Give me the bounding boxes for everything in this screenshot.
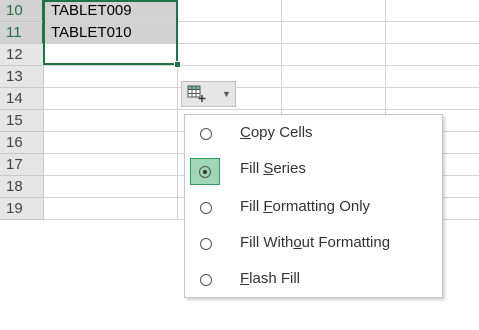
cell-a11[interactable]: TABLET010: [44, 22, 178, 44]
cell-d13[interactable]: [386, 66, 479, 88]
cell-a17[interactable]: [44, 154, 178, 176]
row-header[interactable]: 18: [0, 176, 44, 198]
menu-item-label: Fill Formatting Only: [240, 198, 371, 215]
cell-b12[interactable]: [178, 44, 282, 66]
menu-item-fill-series[interactable]: Fill Series: [185, 153, 442, 187]
cell-a12[interactable]: [44, 44, 178, 66]
cell-a16[interactable]: [44, 132, 178, 154]
menu-item-fill-formatting-only[interactable]: Fill Formatting Only: [185, 191, 442, 225]
radio-button[interactable]: [200, 202, 212, 214]
cell-c12[interactable]: [282, 44, 386, 66]
menu-item-label: Copy Cells: [240, 124, 313, 141]
row-14: 14: [0, 88, 479, 110]
row-header[interactable]: 10: [0, 0, 44, 22]
row-header[interactable]: 12: [0, 44, 44, 66]
menu-item-fill-without-formatting[interactable]: Fill Without Formatting: [185, 227, 442, 261]
row-10: 10 TABLET009: [0, 0, 479, 22]
cell-a14[interactable]: [44, 88, 178, 110]
cell-d14[interactable]: [386, 88, 479, 110]
row-12: 12: [0, 44, 479, 66]
row-13: 13: [0, 66, 479, 88]
cell-d12[interactable]: [386, 44, 479, 66]
radio-button[interactable]: [200, 274, 212, 286]
cell-d10[interactable]: [386, 0, 479, 22]
row-header[interactable]: 14: [0, 88, 44, 110]
cell-b11[interactable]: [178, 22, 282, 44]
cell-c10[interactable]: [282, 0, 386, 22]
radio-button[interactable]: [200, 128, 212, 140]
cell-c13[interactable]: [282, 66, 386, 88]
row-header[interactable]: 13: [0, 66, 44, 88]
menu-item-label: Flash Fill: [240, 270, 301, 287]
fill-handle[interactable]: [174, 61, 181, 68]
row-header[interactable]: 15: [0, 110, 44, 132]
row-header[interactable]: 11: [0, 22, 44, 44]
cell-a15[interactable]: [44, 110, 178, 132]
menu-item-label: Fill Series: [240, 160, 306, 177]
row-header[interactable]: 17: [0, 154, 44, 176]
menu-item-label: Fill Without Formatting: [240, 234, 391, 251]
cell-a19[interactable]: [44, 198, 178, 220]
radio-button-selected[interactable]: [190, 158, 220, 185]
cell-b10[interactable]: [178, 0, 282, 22]
menu-item-flash-fill[interactable]: Flash Fill: [185, 263, 442, 297]
row-11: 11 TABLET010: [0, 22, 479, 44]
menu-item-copy-cells[interactable]: Copy Cells: [185, 117, 442, 151]
autofill-options-button[interactable]: ▼: [181, 81, 236, 107]
radio-button[interactable]: [200, 238, 212, 250]
radio-dot: [203, 170, 207, 174]
cell-c14[interactable]: [282, 88, 386, 110]
cell-d11[interactable]: [386, 22, 479, 44]
row-header[interactable]: 16: [0, 132, 44, 154]
chevron-down-icon: ▼: [222, 89, 231, 99]
autofill-options-icon: [187, 85, 206, 102]
autofill-options-menu: Copy Cells Fill Series Fill Formatting O…: [184, 114, 443, 298]
cell-c11[interactable]: [282, 22, 386, 44]
cell-a13[interactable]: [44, 66, 178, 88]
row-header[interactable]: 19: [0, 198, 44, 220]
cell-a10[interactable]: TABLET009: [44, 0, 178, 22]
cell-a18[interactable]: [44, 176, 178, 198]
